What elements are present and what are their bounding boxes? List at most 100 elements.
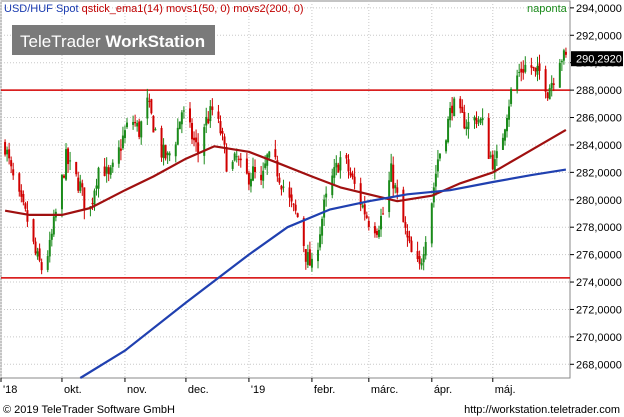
candle-body [93, 190, 96, 206]
candle-body [125, 122, 128, 128]
y-tick-label: 292,0000 [576, 30, 622, 42]
candle-body [459, 98, 462, 109]
candle-body [319, 234, 322, 248]
candle-body [38, 248, 41, 261]
candle-body [107, 167, 110, 175]
candle-body [447, 118, 450, 143]
candle-body [69, 160, 72, 162]
candle-body [294, 204, 297, 211]
candle-body [134, 121, 137, 124]
candle-body [193, 137, 196, 141]
logo-product: WorkStation [105, 32, 205, 51]
candle-body [180, 112, 183, 125]
x-tick-label: okt. [64, 384, 82, 396]
candle-body [534, 67, 537, 72]
candle-body [304, 249, 307, 262]
candle-body [506, 117, 509, 132]
chart-header: USD/HUF Spot qstick_ema1(14) movs1(50, 0… [4, 3, 304, 15]
candle-body [52, 216, 55, 235]
candle-body [530, 65, 533, 68]
interval-label[interactable]: naponta [527, 3, 568, 15]
candle-body [445, 140, 448, 152]
candle-body [247, 172, 250, 185]
candle-body [67, 148, 70, 165]
candle-body [12, 169, 15, 176]
candle-body [18, 173, 21, 192]
candle-body [140, 121, 143, 138]
candle-body [520, 68, 523, 73]
candle-body [347, 159, 350, 172]
candle-body [121, 135, 124, 149]
candle-body [239, 158, 242, 161]
candle-body [390, 163, 393, 182]
candle-body [280, 185, 283, 190]
candle-body [50, 233, 53, 240]
footer-url[interactable]: http://workstation.teletrader.com [464, 404, 620, 416]
candle-body [79, 181, 82, 191]
candle-body [111, 162, 114, 167]
candle-body [310, 258, 313, 268]
candle-body [335, 162, 338, 168]
candle-body [105, 166, 108, 174]
candle-body [160, 128, 163, 158]
candle-body [178, 121, 181, 130]
candle-body [562, 50, 565, 61]
candle-body [375, 230, 378, 235]
candle-body [382, 213, 385, 215]
candle-body [501, 137, 504, 150]
candle-body [36, 251, 39, 257]
candle-body [406, 230, 409, 238]
candle-body [75, 161, 78, 175]
candle-body [430, 203, 433, 244]
candle-body [231, 161, 234, 169]
candle-body [491, 154, 494, 170]
price-chart[interactable]: TeleTrader WorkStation 268,0000 270,0000 2… [0, 0, 624, 417]
candle-body [333, 167, 336, 178]
candle-body [260, 174, 263, 181]
candle-body [449, 107, 452, 121]
candle-body [254, 166, 257, 173]
candle-body [321, 218, 324, 236]
candle-body [317, 249, 320, 262]
candle-body [109, 167, 112, 175]
candle-body [548, 88, 551, 100]
candle-body [264, 163, 267, 168]
y-tick-label: 276,0000 [576, 250, 622, 262]
x-tick-label: '18 [3, 384, 17, 396]
candle-body [337, 164, 340, 173]
candle-body [536, 65, 539, 75]
candle-body [308, 249, 311, 266]
candle-body [396, 187, 399, 193]
candle-body [353, 176, 356, 184]
candle-body [489, 155, 492, 157]
candle-body [221, 131, 224, 134]
x-tick-label: ápr. [434, 384, 452, 396]
candle-body [211, 106, 214, 110]
teletrader-logo: TeleTrader WorkStation [12, 25, 215, 55]
y-tick-label: 284,0000 [576, 140, 622, 152]
candle-body [95, 185, 98, 189]
candle-body [162, 144, 165, 159]
candle-body [465, 126, 468, 130]
candle-body [546, 92, 549, 99]
y-tick-label: 280,0000 [576, 195, 622, 207]
candle-body [479, 119, 482, 124]
candle-body [420, 262, 423, 266]
candle-body [223, 136, 226, 145]
candle-body [154, 129, 157, 131]
candle-body [195, 137, 198, 143]
candle-body [205, 116, 208, 126]
candle-body [487, 118, 490, 159]
candle-body [34, 241, 37, 254]
plot-area[interactable] [0, 0, 571, 379]
candle-body [558, 62, 561, 88]
candle-body [288, 187, 291, 198]
candle-body [373, 226, 376, 234]
x-tick-label: febr. [314, 384, 335, 396]
candle-body [538, 63, 541, 71]
candle-body [26, 210, 29, 222]
candle-body [117, 147, 120, 164]
candle-body [188, 108, 191, 123]
y-tick-label: 278,0000 [576, 222, 622, 234]
y-tick-label: 288,0000 [576, 85, 622, 97]
